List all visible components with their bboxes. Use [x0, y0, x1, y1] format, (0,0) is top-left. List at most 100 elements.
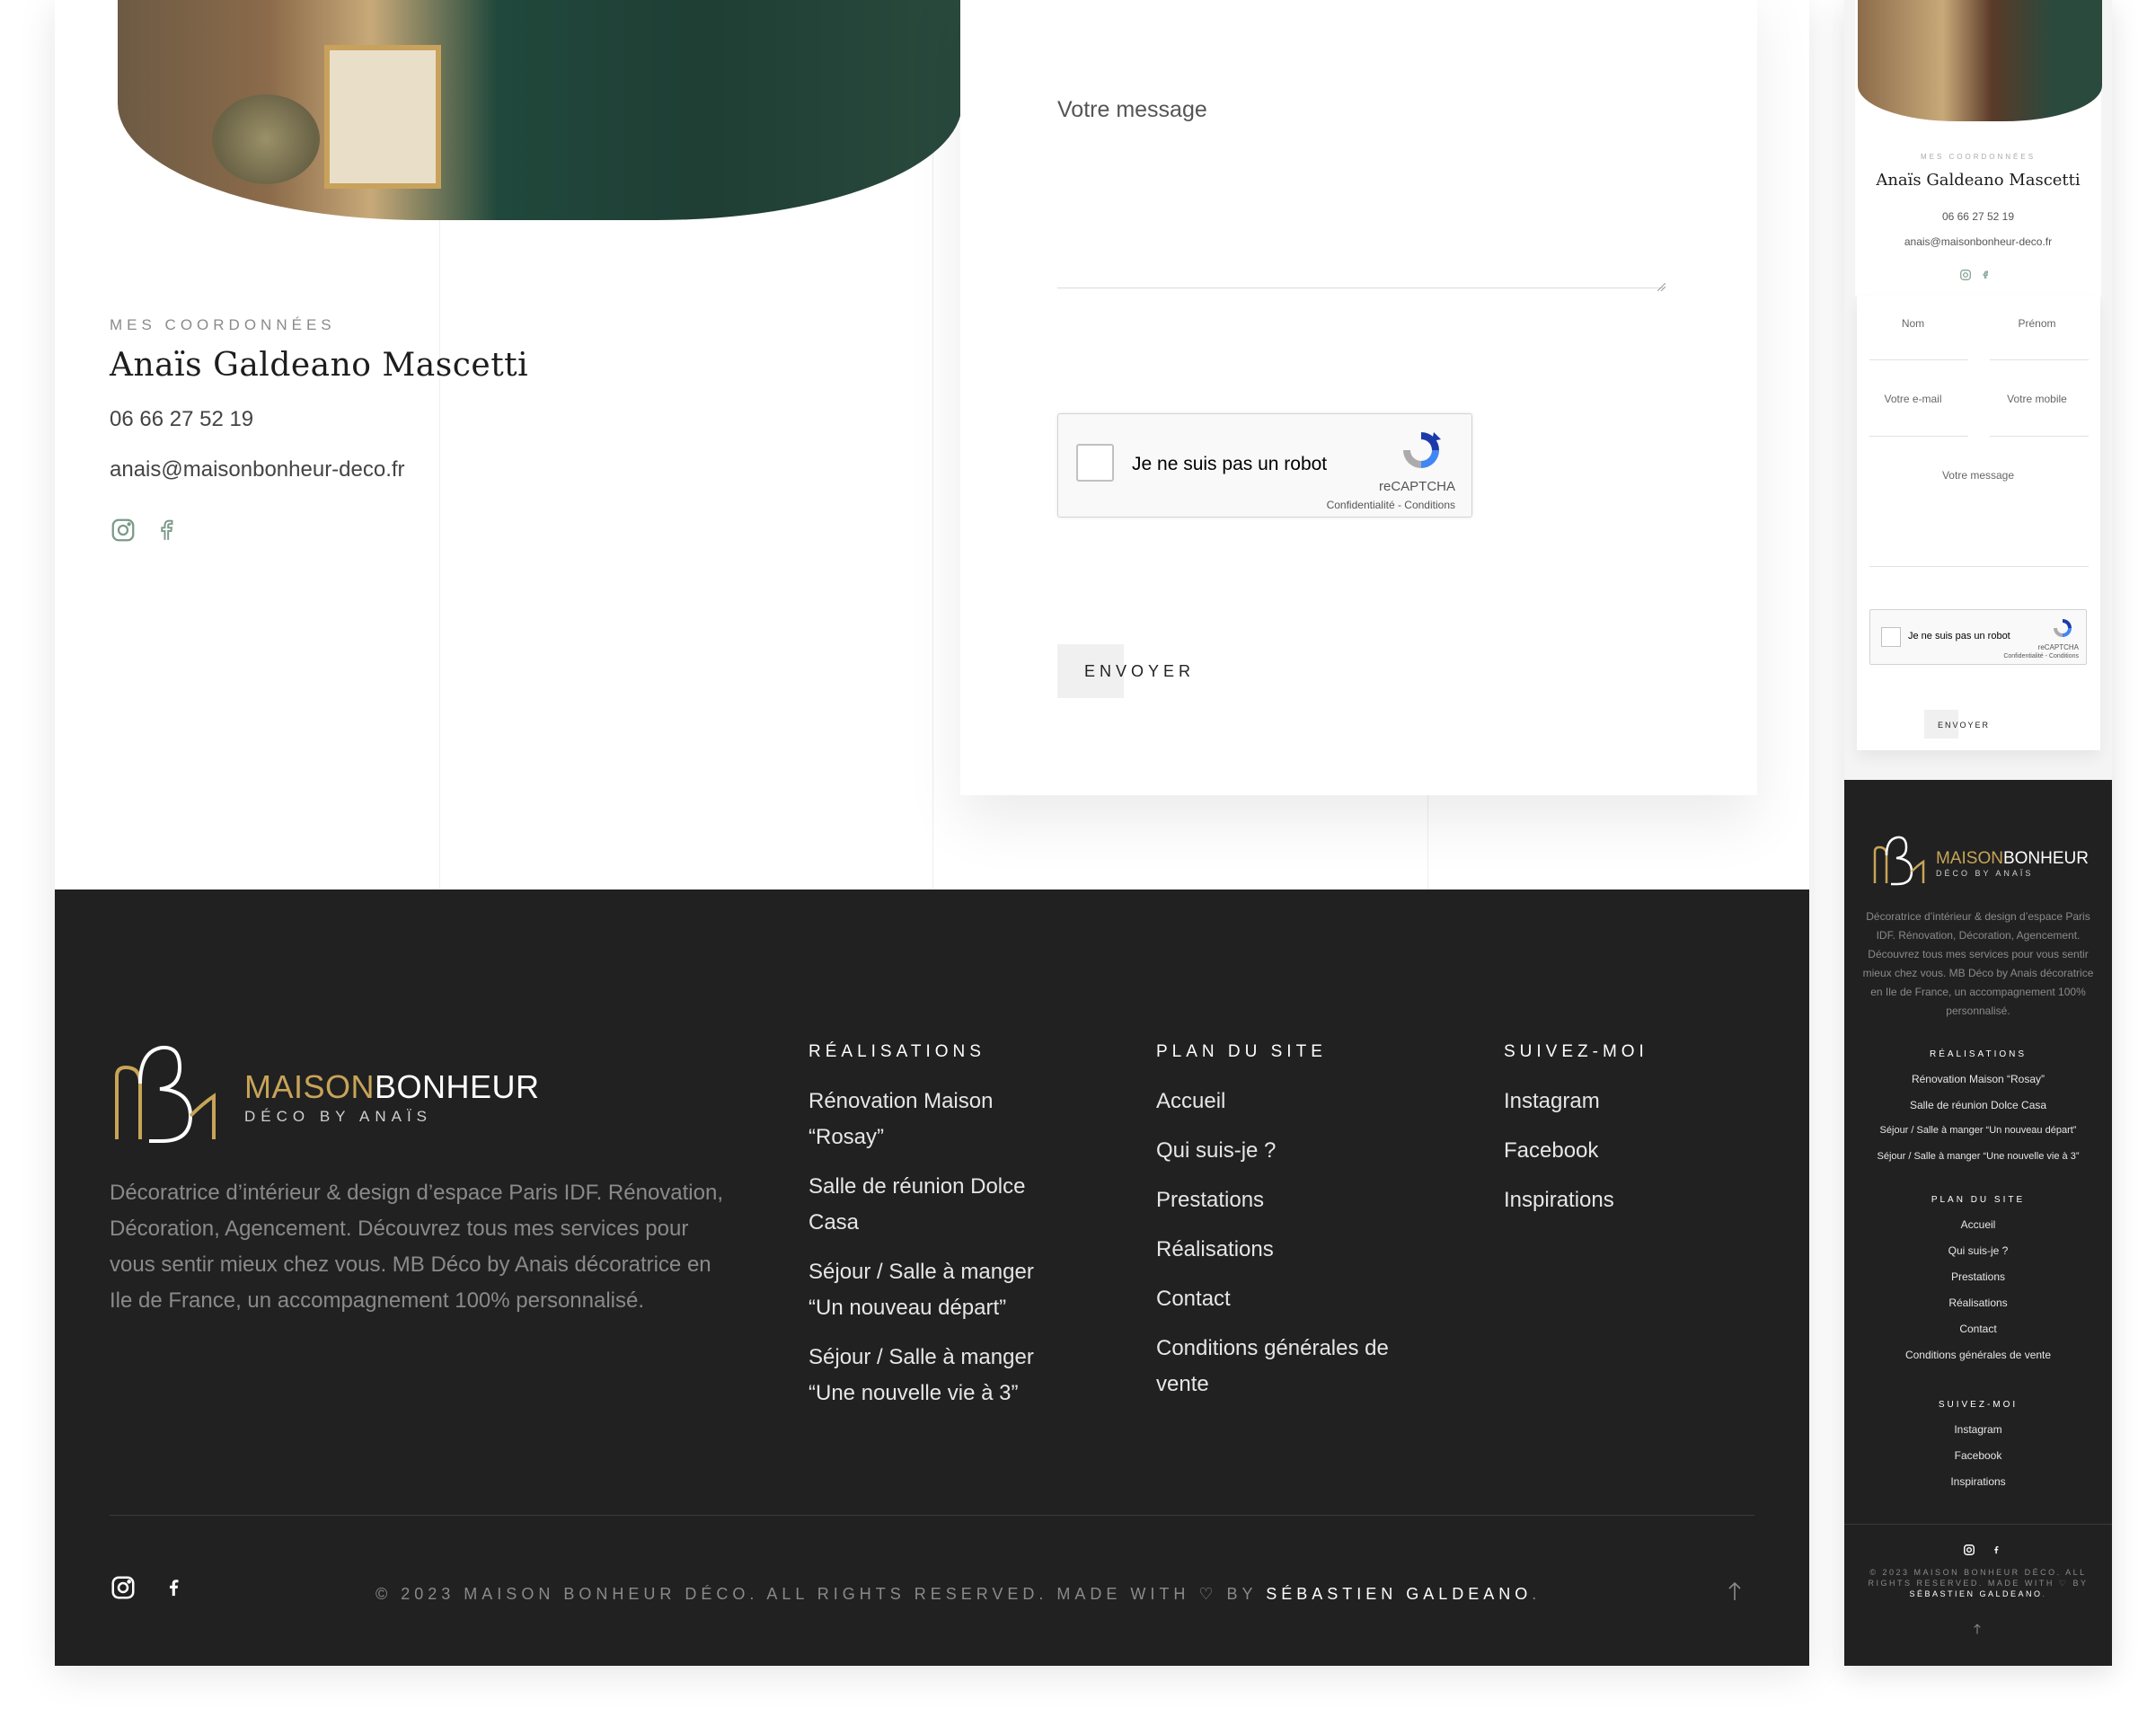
mobile-recaptcha-terms[interactable]: Confidentialité - Conditions	[2003, 653, 2079, 659]
send-button-label: ENVOYER	[1084, 662, 1196, 680]
mobile-contact-eyebrow: MES COORDONNÉES	[1920, 153, 2037, 161]
facebook-icon[interactable]	[1981, 269, 1990, 286]
footer-link-contact[interactable]: Contact	[1156, 1281, 1417, 1317]
resize-handle-icon[interactable]	[1657, 279, 1666, 296]
mobile-email-field[interactable]: Votre e-mail	[1866, 393, 1960, 405]
mobile-link-qui-suis-je[interactable]: Qui suis-je ?	[1844, 1244, 2112, 1257]
mobile-footer-logo[interactable]: MAISONBONHEUR DÉCO BY ANAÏS	[1871, 834, 2089, 892]
facebook-icon[interactable]	[163, 1574, 183, 1601]
contact-form: Votre message Je ne suis pas un robot re…	[960, 0, 1757, 795]
field-underline	[1990, 436, 2089, 437]
contact-eyebrow: MES COORDONNÉES	[110, 316, 336, 333]
mobile-recaptcha-brand: reCAPTCHA	[2037, 643, 2079, 651]
mobile-footer-divider	[1844, 1524, 2112, 1525]
mobile-link-realisation[interactable]: Séjour / Salle à manger “Une nouvelle vi…	[1844, 1151, 2112, 1162]
facebook-icon[interactable]	[1992, 1544, 2001, 1561]
mobile-logo-tagline: DÉCO BY ANAÏS	[1936, 868, 2034, 878]
mobile-nom-field[interactable]: Nom	[1866, 317, 1960, 330]
field-underline	[1869, 566, 2089, 567]
mobile-heading-suivez: SUIVEZ-MOI	[1938, 1400, 2019, 1410]
footer-divider	[110, 1515, 1754, 1516]
footer-description: Décoratrice d’intérieur & design d’espac…	[110, 1181, 724, 1313]
mobile-footer: MAISONBONHEUR DÉCO BY ANAÏS Décoratrice …	[1844, 780, 2112, 1666]
recaptcha-widget: Je ne suis pas un robot reCAPTCHA Confid…	[1057, 413, 1472, 518]
logo-maison: MAISON	[244, 1067, 376, 1105]
mobile-link-realisations[interactable]: Réalisations	[1844, 1297, 2112, 1309]
mobile-copyright-text: © 2023 MAISON BONHEUR DÉCO. ALL RIGHTS R…	[1868, 1568, 2089, 1588]
mobile-send-button[interactable]: ENVOYER	[1924, 710, 1988, 739]
copyright-suffix: .	[1532, 1585, 1542, 1603]
mobile-heading-realisations: RÉALISATIONS	[1929, 1049, 2028, 1059]
copyright: © 2023 MAISON BONHEUR DÉCO. ALL RIGHTS R…	[376, 1585, 1541, 1604]
mobile-logo-bonheur: BONHEUR	[2002, 848, 2089, 868]
mobile-link-realisation[interactable]: Rénovation Maison “Rosay”	[1844, 1073, 2112, 1085]
mobile-link-cgv[interactable]: Conditions générales de vente	[1844, 1349, 2112, 1361]
footer-link-realisation[interactable]: Rénovation Maison “Rosay”	[808, 1084, 1069, 1155]
photo-frame-detail	[324, 45, 441, 189]
mobile-footer-description: Décoratrice d’intérieur & design d’espac…	[1862, 910, 2094, 1017]
footer-link-realisations[interactable]: Réalisations	[1156, 1232, 1417, 1268]
footer-heading-suivez: SUIVEZ-MOI	[1504, 1042, 1648, 1061]
mobile-mobile-field[interactable]: Votre mobile	[1990, 393, 2084, 405]
instagram-icon[interactable]	[1959, 269, 1972, 286]
contact-details: MES COORDONNÉES Anaïs Galdeano Mascetti …	[110, 316, 528, 544]
footer-link-facebook[interactable]: Facebook	[1504, 1133, 1773, 1169]
mobile-link-contact[interactable]: Contact	[1844, 1323, 2112, 1335]
footer-col-plan: PLAN DU SITE Accueil Qui suis-je ? Prest…	[1156, 1042, 1417, 1416]
monogram-logo-icon	[110, 1040, 217, 1153]
recaptcha-checkbox[interactable]	[1076, 444, 1114, 482]
author-link[interactable]: SÉBASTIEN GALDEANO	[1266, 1585, 1532, 1603]
mobile-recaptcha-label: Je ne suis pas un robot	[1908, 631, 2010, 642]
facebook-icon[interactable]	[155, 517, 178, 544]
mobile-recaptcha-checkbox[interactable]	[1881, 627, 1901, 647]
footer-link-cgv[interactable]: Conditions générales de vente	[1156, 1331, 1417, 1403]
message-field[interactable]: Votre message	[1057, 97, 1207, 123]
logo-bonheur: BONHEUR	[375, 1067, 540, 1105]
footer-heading-realisations: RÉALISATIONS	[808, 1042, 985, 1061]
instagram-icon[interactable]	[110, 1574, 137, 1601]
footer-link-realisation[interactable]: Séjour / Salle à manger “Une nouvelle vi…	[808, 1340, 1069, 1412]
mobile-link-realisation[interactable]: Séjour / Salle à manger “Un nouveau dépa…	[1844, 1125, 2112, 1136]
field-underline	[1869, 359, 1968, 360]
footer-link-inspirations[interactable]: Inspirations	[1504, 1182, 1773, 1218]
mobile-link-inspirations[interactable]: Inspirations	[1844, 1475, 2112, 1488]
mobile-contact-form: Nom Prénom Votre e-mail Votre mobile Vot…	[1857, 296, 2100, 750]
footer-socials	[110, 1574, 183, 1601]
instagram-icon[interactable]	[1963, 1544, 1975, 1561]
footer-link-prestations[interactable]: Prestations	[1156, 1182, 1417, 1218]
footer-link-qui-suis-je[interactable]: Qui suis-je ?	[1156, 1133, 1417, 1169]
mobile-link-instagram[interactable]: Instagram	[1844, 1423, 2112, 1436]
recaptcha-label: Je ne suis pas un robot	[1132, 454, 1328, 474]
copyright-text: © 2023 MAISON BONHEUR DÉCO. ALL RIGHTS R…	[376, 1585, 1267, 1603]
logo-tagline: DÉCO BY ANAÏS	[244, 1107, 433, 1125]
mobile-link-facebook[interactable]: Facebook	[1844, 1449, 2112, 1462]
mobile-link-realisation[interactable]: Salle de réunion Dolce Casa	[1844, 1099, 2112, 1111]
footer-col-realisations: RÉALISATIONS Rénovation Maison “Rosay” S…	[808, 1042, 1069, 1425]
footer-link-accueil[interactable]: Accueil	[1156, 1084, 1417, 1120]
back-to-top-icon[interactable]	[1973, 1623, 1982, 1639]
portrait-photo	[118, 0, 962, 220]
monogram-logo-icon	[1871, 834, 1925, 892]
contact-socials	[110, 517, 528, 544]
mobile-contact-phone[interactable]: 06 66 27 52 19	[1844, 210, 2112, 223]
recaptcha-terms-link[interactable]: Confidentialité - Conditions	[1327, 499, 1455, 511]
mobile-message-field[interactable]: Votre message	[1875, 469, 2081, 482]
mobile-prenom-field[interactable]: Prénom	[1990, 317, 2084, 330]
footer-logo[interactable]: MAISONBONHEUR DÉCO BY ANAÏS	[110, 1040, 540, 1153]
site-footer: MAISONBONHEUR DÉCO BY ANAÏS Décoratrice …	[55, 889, 1809, 1666]
mobile-link-accueil[interactable]: Accueil	[1844, 1218, 2112, 1231]
footer-link-instagram[interactable]: Instagram	[1504, 1084, 1773, 1120]
send-button[interactable]: ENVOYER	[1057, 644, 1190, 698]
footer-link-realisation[interactable]: Séjour / Salle à manger “Un nouveau dépa…	[808, 1254, 1069, 1326]
contact-phone[interactable]: 06 66 27 52 19	[110, 407, 528, 432]
mobile-send-label: ENVOYER	[1938, 721, 1991, 730]
contact-email[interactable]: anais@maisonbonheur-deco.fr	[110, 457, 528, 482]
mobile-link-prestations[interactable]: Prestations	[1844, 1270, 2112, 1283]
instagram-icon[interactable]	[110, 517, 137, 544]
back-to-top-icon[interactable]	[1727, 1581, 1742, 1606]
footer-link-realisation[interactable]: Salle de réunion Dolce Casa	[808, 1169, 1069, 1241]
mobile-copyright-suffix: .	[2042, 1589, 2047, 1598]
mobile-contact-email[interactable]: anais@maisonbonheur-deco.fr	[1844, 235, 2112, 248]
footer-col-suivez: SUIVEZ-MOI Instagram Facebook Inspiratio…	[1504, 1042, 1773, 1232]
mobile-author-link[interactable]: SÉBASTIEN GALDEANO	[1909, 1589, 2042, 1598]
